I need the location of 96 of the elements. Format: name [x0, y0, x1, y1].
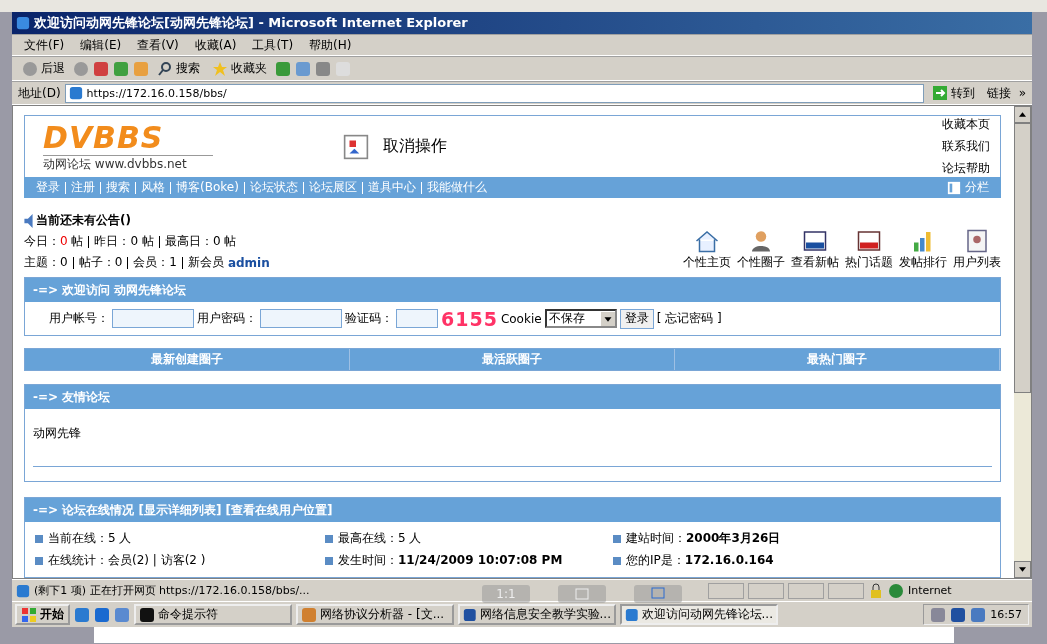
header-link[interactable]: 联系我们	[942, 138, 990, 155]
quick-link[interactable]: 热门话题	[845, 254, 893, 272]
field-label: 用户密码：	[197, 310, 257, 328]
menu-item[interactable]: 工具(T)	[246, 34, 300, 56]
url-text: https://172.16.0.158/bbs/	[86, 86, 227, 100]
address-field[interactable]: https://172.16.0.158/bbs/	[64, 83, 924, 103]
clock: 16:57	[990, 608, 1022, 621]
banner-text: 取消操作	[383, 136, 447, 157]
status-pane	[748, 582, 784, 599]
more-chevron[interactable]: »	[1018, 86, 1026, 100]
select-button[interactable]	[634, 585, 682, 603]
stat-text: 会员：1	[133, 254, 177, 272]
online-stat: 最高在线：5 人	[338, 530, 422, 547]
new-badge-icon	[803, 229, 827, 254]
password-field[interactable]	[260, 309, 342, 329]
panel-title: -=> 论坛在线情况 [显示详细列表] [查看在线用户位置]	[25, 498, 1000, 522]
menu-item[interactable]: 收藏(A)	[188, 34, 243, 56]
logo-caption: 动网论坛 www.dvbbs.net	[43, 155, 213, 173]
username-field[interactable]	[112, 309, 194, 329]
window-title: 欢迎访问动网先锋论坛[动网先锋论坛] - Microsoft Internet Explorer	[34, 14, 468, 32]
hot-badge-icon	[857, 229, 881, 254]
taskbar-button[interactable]: 网络信息安全教学实验...	[458, 604, 616, 625]
cursor-frame-icon	[650, 586, 666, 602]
online-stat: 您的IP是：172.16.0.164	[626, 552, 774, 569]
columns-icon	[947, 180, 961, 195]
bullet-icon	[325, 556, 333, 565]
caret-icon	[600, 311, 615, 326]
captcha-field[interactable]	[396, 309, 438, 329]
bullet-icon	[35, 534, 43, 543]
login-button[interactable]: 登录	[619, 308, 654, 329]
globe-icon	[888, 582, 904, 599]
logo: DVBBS	[43, 120, 165, 155]
header-link[interactable]: 论坛帮助	[942, 160, 990, 177]
taskbar-button[interactable]: 网络协议分析器 - [文...	[296, 604, 454, 625]
status-pane	[828, 582, 864, 599]
house-icon	[695, 229, 719, 254]
new-member-label: 新会员	[187, 254, 224, 272]
lock-icon	[868, 582, 884, 599]
bullet-icon	[35, 556, 43, 565]
captcha-text: 6155	[441, 307, 498, 330]
up-arrow-icon	[1019, 112, 1026, 117]
favorites-button[interactable]: 收藏夹	[208, 59, 271, 78]
header-link[interactable]: 收藏本页	[942, 116, 990, 133]
stat-text: 帖子：0	[78, 254, 123, 272]
panel-title: -=> 欢迎访问 动网先锋论坛	[25, 278, 1000, 303]
cookie-dropdown[interactable]: 不保存	[544, 309, 617, 329]
start-button[interactable]: 开始	[15, 604, 70, 625]
status-text: (剩下1 项) 正在打开网页 https://172.16.0.158/bbs/...	[34, 583, 310, 598]
speaker-icon	[24, 213, 33, 228]
taskbar-button[interactable]: 欢迎访问动网先锋论坛...	[620, 604, 778, 625]
status-pane	[708, 582, 744, 599]
fit-frame-icon	[574, 586, 590, 602]
address-label: 地址(D)	[18, 84, 61, 102]
fit-button[interactable]	[558, 585, 606, 603]
user-card-icon	[965, 229, 989, 254]
quick-link[interactable]: 个性圈子	[737, 254, 785, 272]
scrollbar[interactable]	[1014, 106, 1031, 578]
quick-link[interactable]: 查看新帖	[791, 254, 839, 272]
people-icon	[749, 229, 773, 254]
bullet-icon	[613, 534, 621, 543]
online-stat: 发生时间：11/24/2009 10:07:08 PM	[338, 552, 563, 569]
quick-link[interactable]: 个性主页	[683, 254, 731, 272]
menu-item[interactable]: 文件(F)	[18, 34, 71, 56]
zone-text: Internet	[908, 584, 953, 597]
menu-item[interactable]: 查看(V)	[131, 34, 185, 56]
star-icon	[212, 60, 228, 77]
windows-flag-icon	[21, 606, 37, 623]
friend-link[interactable]: 动网先锋	[33, 426, 81, 440]
quick-link[interactable]: 用户列表	[953, 254, 1001, 272]
search-button[interactable]: 搜索	[153, 59, 204, 78]
online-stat: 建站时间：2000年3月26日	[626, 530, 781, 547]
search-icon	[157, 60, 173, 77]
online-stat: 当前在线：5 人	[48, 530, 132, 547]
menu-item[interactable]: 编辑(E)	[74, 34, 128, 56]
field-label: 验证码：	[345, 310, 393, 328]
menu-item[interactable]: 帮助(H)	[303, 34, 358, 56]
down-arrow-icon	[1019, 567, 1026, 572]
stat-text: 最高日：0 帖	[164, 233, 237, 251]
field-label: 用户帐号：	[49, 310, 109, 328]
go-button[interactable]: 转到	[927, 83, 979, 103]
field-label: Cookie	[500, 311, 542, 326]
member-link[interactable]: admin	[227, 255, 270, 270]
status-pane	[788, 582, 824, 599]
taskbar-button[interactable]: 命令提示符	[134, 604, 292, 625]
stat-text: 今日：0 帖	[24, 233, 84, 251]
bullet-icon	[325, 534, 333, 543]
online-stat: 在线统计：会员(2) | 访客(2 )	[48, 552, 206, 569]
panel-title: -=> 友情论坛	[25, 385, 1000, 409]
forgot-password-link[interactable]: [ 忘记密码 ]	[656, 310, 722, 328]
notice-text: 当前还未有公告()	[36, 212, 131, 230]
bullet-icon	[613, 556, 621, 565]
stat-text: 昨日：0 帖	[94, 233, 154, 251]
back-button[interactable]: 后退	[18, 59, 69, 78]
stat-text: 主题：0	[24, 254, 68, 272]
quick-link[interactable]: 发帖排行	[899, 254, 947, 272]
links-button[interactable]: 链接	[982, 83, 1015, 103]
